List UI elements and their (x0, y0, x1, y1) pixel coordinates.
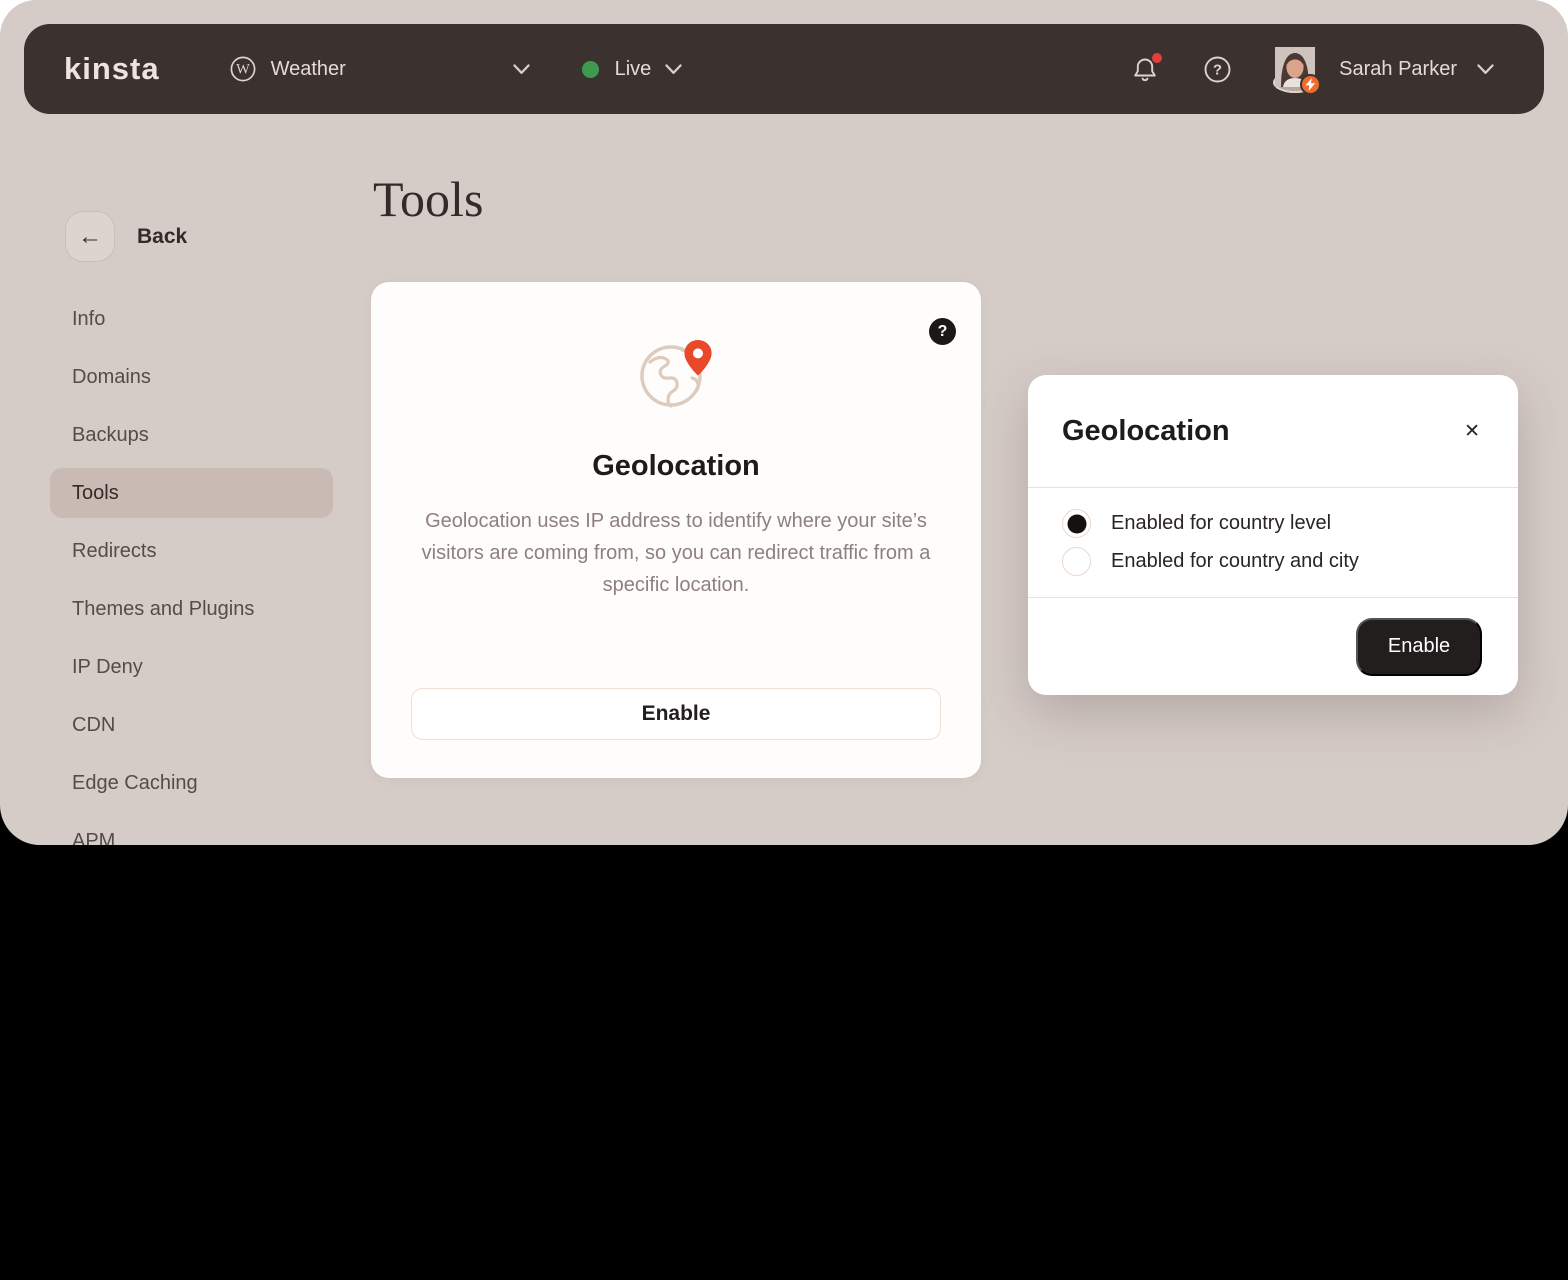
back-navigation[interactable]: ← Back (65, 211, 187, 262)
sidebar-item-info[interactable]: Info (50, 294, 333, 344)
live-status-dot (582, 61, 599, 78)
app-panel: kinsta W Weather Live (0, 0, 1568, 845)
modal-title: Geolocation (1062, 415, 1230, 448)
sidebar-item-apm[interactable]: APM (50, 816, 333, 845)
help-button[interactable]: ? (1204, 56, 1231, 83)
top-bar: kinsta W Weather Live (24, 24, 1544, 114)
user-name[interactable]: Sarah Parker (1339, 58, 1457, 81)
radio-label: Enabled for country and city (1111, 550, 1359, 573)
back-button[interactable]: ← (65, 211, 115, 262)
modal-options: Enabled for country level Enabled for co… (1028, 488, 1518, 598)
environment-selector-dropdown[interactable]: Live (582, 58, 683, 81)
site-selector-label: Weather (271, 58, 346, 81)
sidebar-item-themes-plugins[interactable]: Themes and Plugins (50, 584, 333, 634)
svg-text:?: ? (1213, 61, 1222, 78)
close-icon[interactable]: ✕ (1460, 418, 1484, 445)
sidebar-item-domains[interactable]: Domains (50, 352, 333, 402)
kinsta-logo[interactable]: kinsta (64, 51, 160, 87)
user-avatar[interactable] (1273, 47, 1317, 91)
svg-text:W: W (236, 62, 250, 78)
notifications-button[interactable] (1132, 56, 1158, 83)
geolocation-modal: Geolocation ✕ Enabled for country level … (1028, 375, 1518, 695)
radio-button[interactable] (1062, 547, 1091, 576)
globe-pin-icon (636, 334, 716, 410)
card-enable-button[interactable]: Enable (411, 688, 941, 740)
card-help-button[interactable]: ? (929, 318, 956, 345)
sidebar-item-backups[interactable]: Backups (50, 410, 333, 460)
wordpress-icon: W (230, 56, 256, 82)
card-title: Geolocation (592, 450, 760, 483)
environment-label: Live (615, 58, 652, 81)
sidebar-item-tools[interactable]: Tools (50, 468, 333, 518)
radio-option-country-and-city[interactable]: Enabled for country and city (1062, 547, 1484, 576)
sidebar-item-ip-deny[interactable]: IP Deny (50, 642, 333, 692)
radio-button[interactable] (1062, 509, 1091, 538)
modal-header: Geolocation ✕ (1028, 375, 1518, 488)
back-arrow-icon: ← (78, 223, 102, 251)
modal-enable-button[interactable]: Enable (1356, 618, 1482, 676)
page-title: Tools (373, 170, 483, 228)
notification-dot (1152, 53, 1162, 63)
sidebar-item-cdn[interactable]: CDN (50, 700, 333, 750)
site-selector-dropdown[interactable]: W Weather (230, 56, 530, 82)
card-description: Geolocation uses IP address to identify … (414, 505, 938, 601)
lightning-badge-icon (1300, 74, 1321, 95)
question-circle-icon: ? (1204, 56, 1231, 83)
top-bar-actions: ? Sarah Parker (1132, 47, 1494, 91)
sidebar-item-redirects[interactable]: Redirects (50, 526, 333, 576)
back-label: Back (137, 225, 187, 249)
chevron-down-icon (665, 64, 682, 75)
chevron-down-icon (513, 64, 530, 75)
sidebar-item-edge-caching[interactable]: Edge Caching (50, 758, 333, 808)
chevron-down-icon (1477, 64, 1494, 75)
geolocation-card: ? Geolocation Geolocation uses IP addres… (371, 282, 981, 778)
sidebar-nav: Info Domains Backups Tools Redirects The… (50, 294, 333, 845)
radio-label: Enabled for country level (1111, 512, 1331, 535)
modal-footer: Enable (1028, 598, 1518, 695)
radio-option-country-level[interactable]: Enabled for country level (1062, 509, 1484, 538)
